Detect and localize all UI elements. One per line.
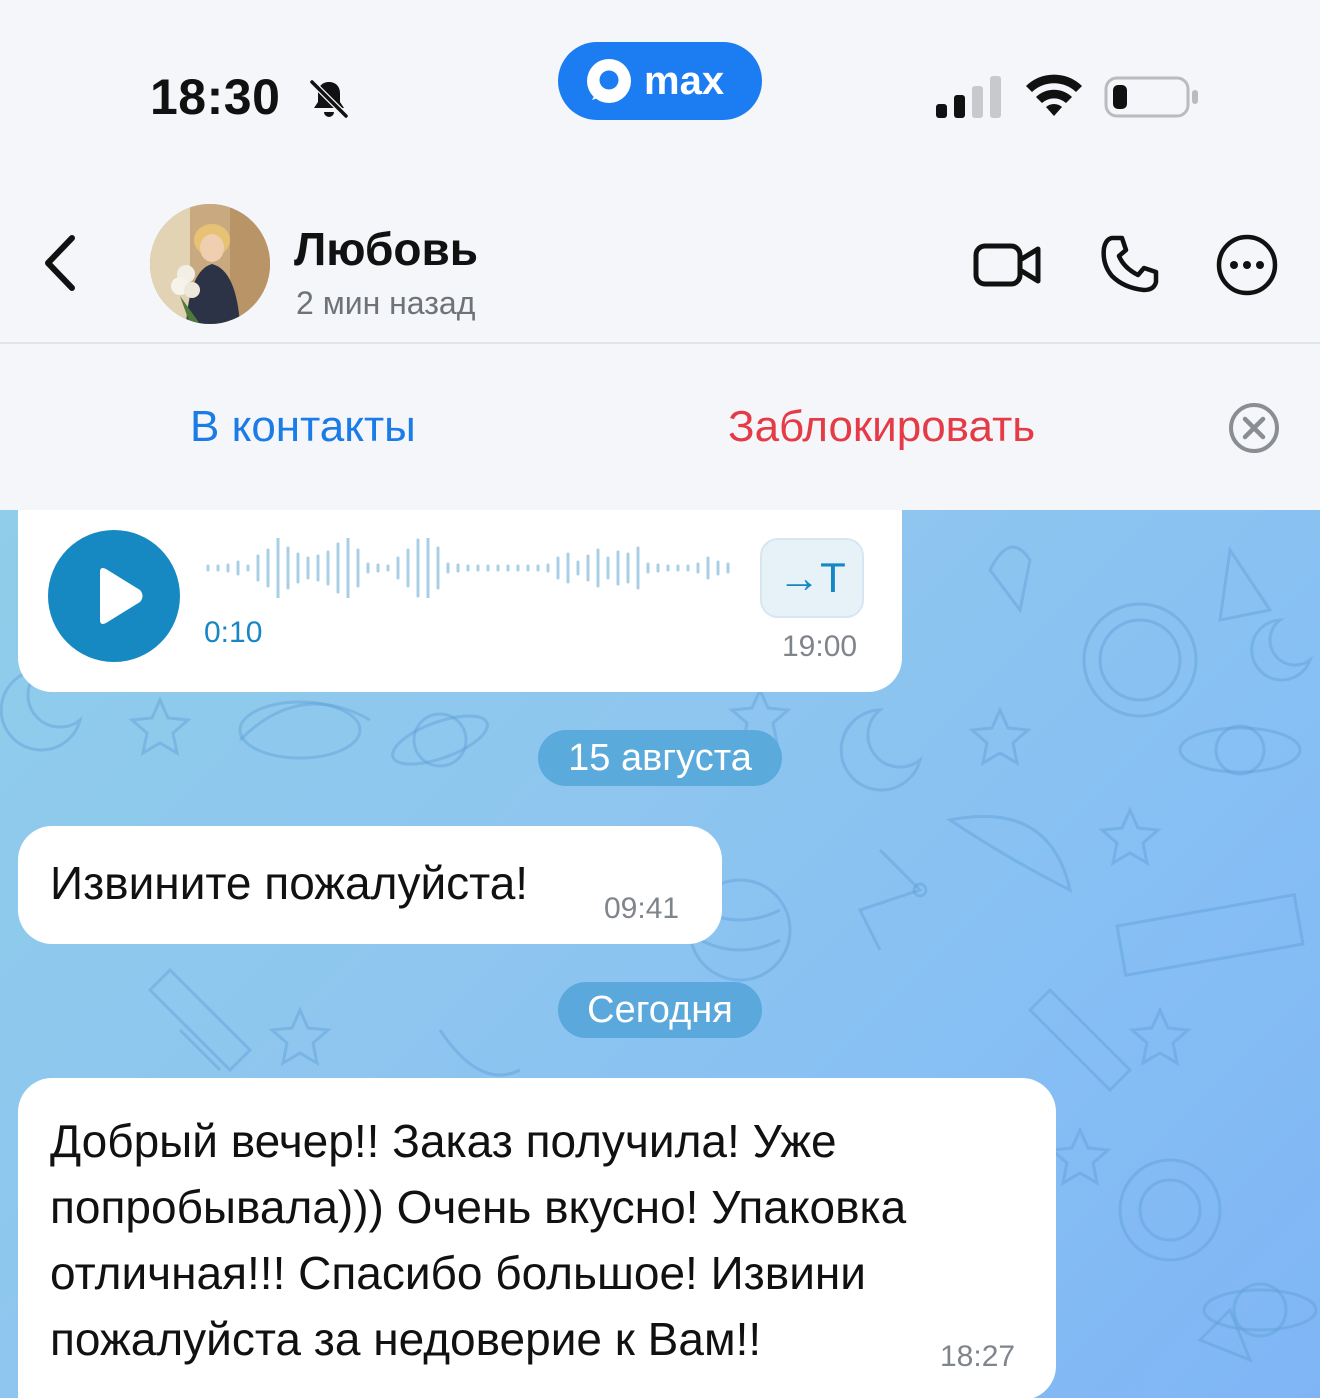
play-button[interactable] — [48, 530, 180, 662]
date-separator: 15 августа — [538, 730, 782, 786]
date-separator: Сегодня — [558, 982, 762, 1038]
message-text: Извините пожалуйста! — [50, 857, 529, 909]
message-bubble[interactable]: Извините пожалуйста! 09:41 — [18, 826, 722, 944]
chat-messages-area[interactable]: 0:10 →T 19:00 15 августа Извините пожалу… — [0, 510, 1320, 1398]
contact-name[interactable]: Любовь — [294, 222, 478, 276]
bell-muted-icon — [309, 79, 349, 119]
voice-message-bubble[interactable]: 0:10 →T 19:00 — [18, 510, 902, 692]
phone-icon[interactable] — [1098, 232, 1162, 296]
message-bubble[interactable]: Добрый вечер!! Заказ получила! Уже попро… — [18, 1078, 1056, 1398]
more-icon[interactable] — [1214, 232, 1280, 298]
max-app-label: max — [644, 58, 725, 103]
max-logo-icon — [587, 59, 631, 103]
transcribe-button[interactable]: →T — [760, 538, 864, 618]
max-app-badge[interactable]: max — [558, 42, 762, 120]
unknown-contact-action-bar: В контакты Заблокировать — [0, 344, 1320, 510]
voice-duration: 0:10 — [204, 616, 263, 649]
message-time: 09:41 — [604, 892, 680, 925]
message-time: 18:27 — [940, 1340, 1016, 1373]
last-seen-status: 2 мин назад — [296, 285, 476, 321]
wifi-icon — [1026, 74, 1082, 116]
close-icon[interactable] — [1226, 400, 1282, 456]
message-text: Добрый вечер!! Заказ получила! Уже попро… — [50, 1115, 907, 1365]
status-time: 18:30 — [150, 69, 281, 125]
battery-icon — [1104, 76, 1198, 118]
waveform[interactable] — [204, 538, 744, 598]
add-to-contacts-button[interactable]: В контакты — [190, 402, 416, 452]
back-icon[interactable] — [38, 232, 86, 294]
avatar-photo — [150, 204, 270, 324]
avatar[interactable] — [150, 204, 270, 324]
message-time: 19:00 — [782, 630, 858, 663]
signal-icon — [936, 76, 1001, 118]
chat-header: 18:30 max Любовь 2 мин назад — [0, 0, 1320, 342]
play-icon — [100, 568, 143, 624]
video-call-icon[interactable] — [970, 236, 1046, 294]
block-button[interactable]: Заблокировать — [728, 402, 1035, 452]
